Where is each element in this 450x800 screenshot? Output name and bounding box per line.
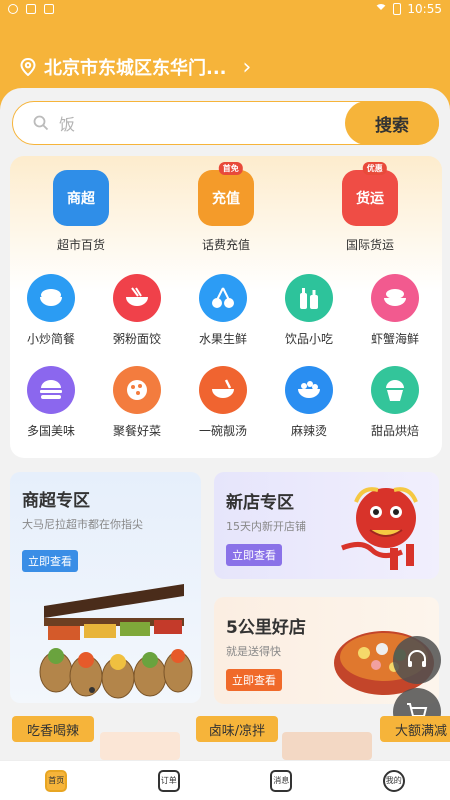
category-label: 虾蟹海鲜 xyxy=(370,332,419,346)
category-label: 小炒简餐 xyxy=(26,332,75,346)
view-now-button[interactable]: 立即查看 xyxy=(22,550,78,572)
promo-title: 商超专区 xyxy=(22,491,90,511)
main-content: 饭 搜索 商超 超市百货 首免 充值 话费充值 优惠 货运 国际货运 小炒简餐 … xyxy=(0,88,450,760)
tile-text: 充值 xyxy=(212,191,240,207)
cherry-icon xyxy=(199,274,247,322)
category-malatang[interactable]: 麻辣烫 xyxy=(266,366,352,439)
category-soup[interactable]: 一碗靓汤 xyxy=(180,366,266,439)
category-label: 聚餐好菜 xyxy=(112,424,161,438)
tab-spicy[interactable]: 吃香喝辣 xyxy=(12,716,94,742)
category-seafood[interactable]: 虾蟹海鲜 xyxy=(352,274,438,347)
category-label: 甜品烘焙 xyxy=(370,424,419,438)
burger-icon xyxy=(27,366,75,414)
search-input[interactable]: 饭 xyxy=(59,111,75,135)
promo-subtitle: 15天内新开店铺 xyxy=(226,520,306,533)
search-button[interactable]: 搜索 xyxy=(345,101,439,145)
profile-icon: 我的 xyxy=(385,776,402,785)
tab-discounts[interactable]: 大额满减 xyxy=(380,716,450,742)
food-preview xyxy=(100,732,180,760)
category-card: 商超 超市百货 首免 充值 话费充值 优惠 货运 国际货运 小炒简餐 粥粉面饺 … xyxy=(10,156,442,458)
category-label: 水果生鲜 xyxy=(198,332,247,346)
basket-icon: 商超 xyxy=(53,170,109,226)
category-drinks[interactable]: 饮品小吃 xyxy=(266,274,352,347)
nav-messages[interactable]: 消息 xyxy=(270,769,293,792)
chevron-right-icon: › xyxy=(242,54,252,80)
nav-profile[interactable]: 我的 xyxy=(382,769,405,792)
status-time: 10:55 xyxy=(407,2,442,16)
category-group-dining[interactable]: 聚餐好菜 xyxy=(94,366,180,439)
bottles-icon xyxy=(285,274,333,322)
category-international[interactable]: 多国美味 xyxy=(8,366,94,439)
category-label: 一碗靓汤 xyxy=(198,424,247,438)
promo-subtitle: 就是送得快 xyxy=(226,645,281,658)
category-dessert[interactable]: 甜品烘焙 xyxy=(352,366,438,439)
seafood-icon xyxy=(371,274,419,322)
wifi-icon xyxy=(375,4,388,14)
orders-icon: 订单 xyxy=(160,776,177,785)
category-label: 国际货运 xyxy=(345,238,394,252)
status-icons-right: 10:55 xyxy=(375,2,442,16)
cupcake-icon xyxy=(371,366,419,414)
promo-tag: 优惠 xyxy=(362,162,387,175)
category-supermarket[interactable]: 商超 超市百货 xyxy=(31,170,131,253)
category-noodles[interactable]: 粥粉面饺 xyxy=(94,274,180,347)
produce-stand-image xyxy=(39,584,193,699)
view-now-button[interactable]: 立即查看 xyxy=(226,544,282,566)
promo-supermarket[interactable]: 商超专区 大马尼拉超市都在你指尖 立即查看 xyxy=(10,472,201,703)
lion-dance-image xyxy=(341,487,418,570)
image-icon xyxy=(26,4,36,14)
home-icon: 首页 xyxy=(48,776,65,785)
notification-icon xyxy=(8,4,18,14)
tab-braised-cold-dishes[interactable]: 卤味/凉拌 xyxy=(196,716,278,742)
location-address: 北京市东城区东华门... xyxy=(44,58,227,79)
soup-icon xyxy=(199,366,247,414)
promo-tag: 首免 xyxy=(218,162,243,175)
location-selector[interactable]: 北京市东城区东华门... › xyxy=(20,54,251,80)
bottom-navigation: 首页 订单 消息 我的 xyxy=(0,760,450,800)
category-label: 麻辣烫 xyxy=(290,424,327,438)
food-category-tabs: 吃香喝辣 卤味/凉拌 大额满减 xyxy=(0,716,450,760)
pizza-icon xyxy=(113,366,161,414)
battery-icon xyxy=(393,3,402,15)
rice-bowl-icon xyxy=(27,274,75,322)
nav-orders[interactable]: 订单 xyxy=(157,769,180,792)
promo-subtitle: 大马尼拉超市都在你指尖 xyxy=(22,518,143,531)
truck-icon: 优惠 货运 xyxy=(342,162,398,226)
category-label: 粥粉面饺 xyxy=(112,332,161,346)
food-preview xyxy=(282,732,372,760)
promo-new-store[interactable]: 新店专区 15天内新开店铺 立即查看 xyxy=(214,472,439,579)
search-icon xyxy=(33,115,49,131)
status-icons-left xyxy=(8,4,54,14)
category-fruit[interactable]: 水果生鲜 xyxy=(180,274,266,347)
hotpot-bowl-icon xyxy=(285,366,333,414)
nav-home[interactable]: 首页 xyxy=(45,769,68,792)
category-freight[interactable]: 优惠 货运 国际货运 xyxy=(320,162,420,253)
search-bar[interactable]: 饭 搜索 xyxy=(12,101,439,145)
phone-topup-icon: 首免 充值 xyxy=(198,162,254,226)
category-label: 多国美味 xyxy=(26,424,75,438)
customer-service-button[interactable] xyxy=(393,636,441,684)
category-stir-fry[interactable]: 小炒简餐 xyxy=(8,274,94,347)
category-phone-topup[interactable]: 首免 充值 话费充值 xyxy=(176,162,276,253)
view-now-button[interactable]: 立即查看 xyxy=(226,669,282,691)
headset-icon xyxy=(408,650,426,667)
category-label: 话费充值 xyxy=(201,238,250,252)
tile-text: 商超 xyxy=(67,191,95,207)
promo-title: 5公里好店 xyxy=(226,618,306,638)
promo-title: 新店专区 xyxy=(226,493,294,513)
status-bar: 10:55 xyxy=(0,0,450,18)
tile-text: 货运 xyxy=(356,191,384,207)
location-pin-icon xyxy=(20,58,36,76)
category-label: 饮品小吃 xyxy=(284,332,333,346)
message-icon: 消息 xyxy=(273,776,290,785)
carousel-dot xyxy=(89,687,95,693)
category-label: 超市百货 xyxy=(56,238,105,252)
app-notification-icon xyxy=(44,4,54,14)
noodle-bowl-icon xyxy=(113,274,161,322)
